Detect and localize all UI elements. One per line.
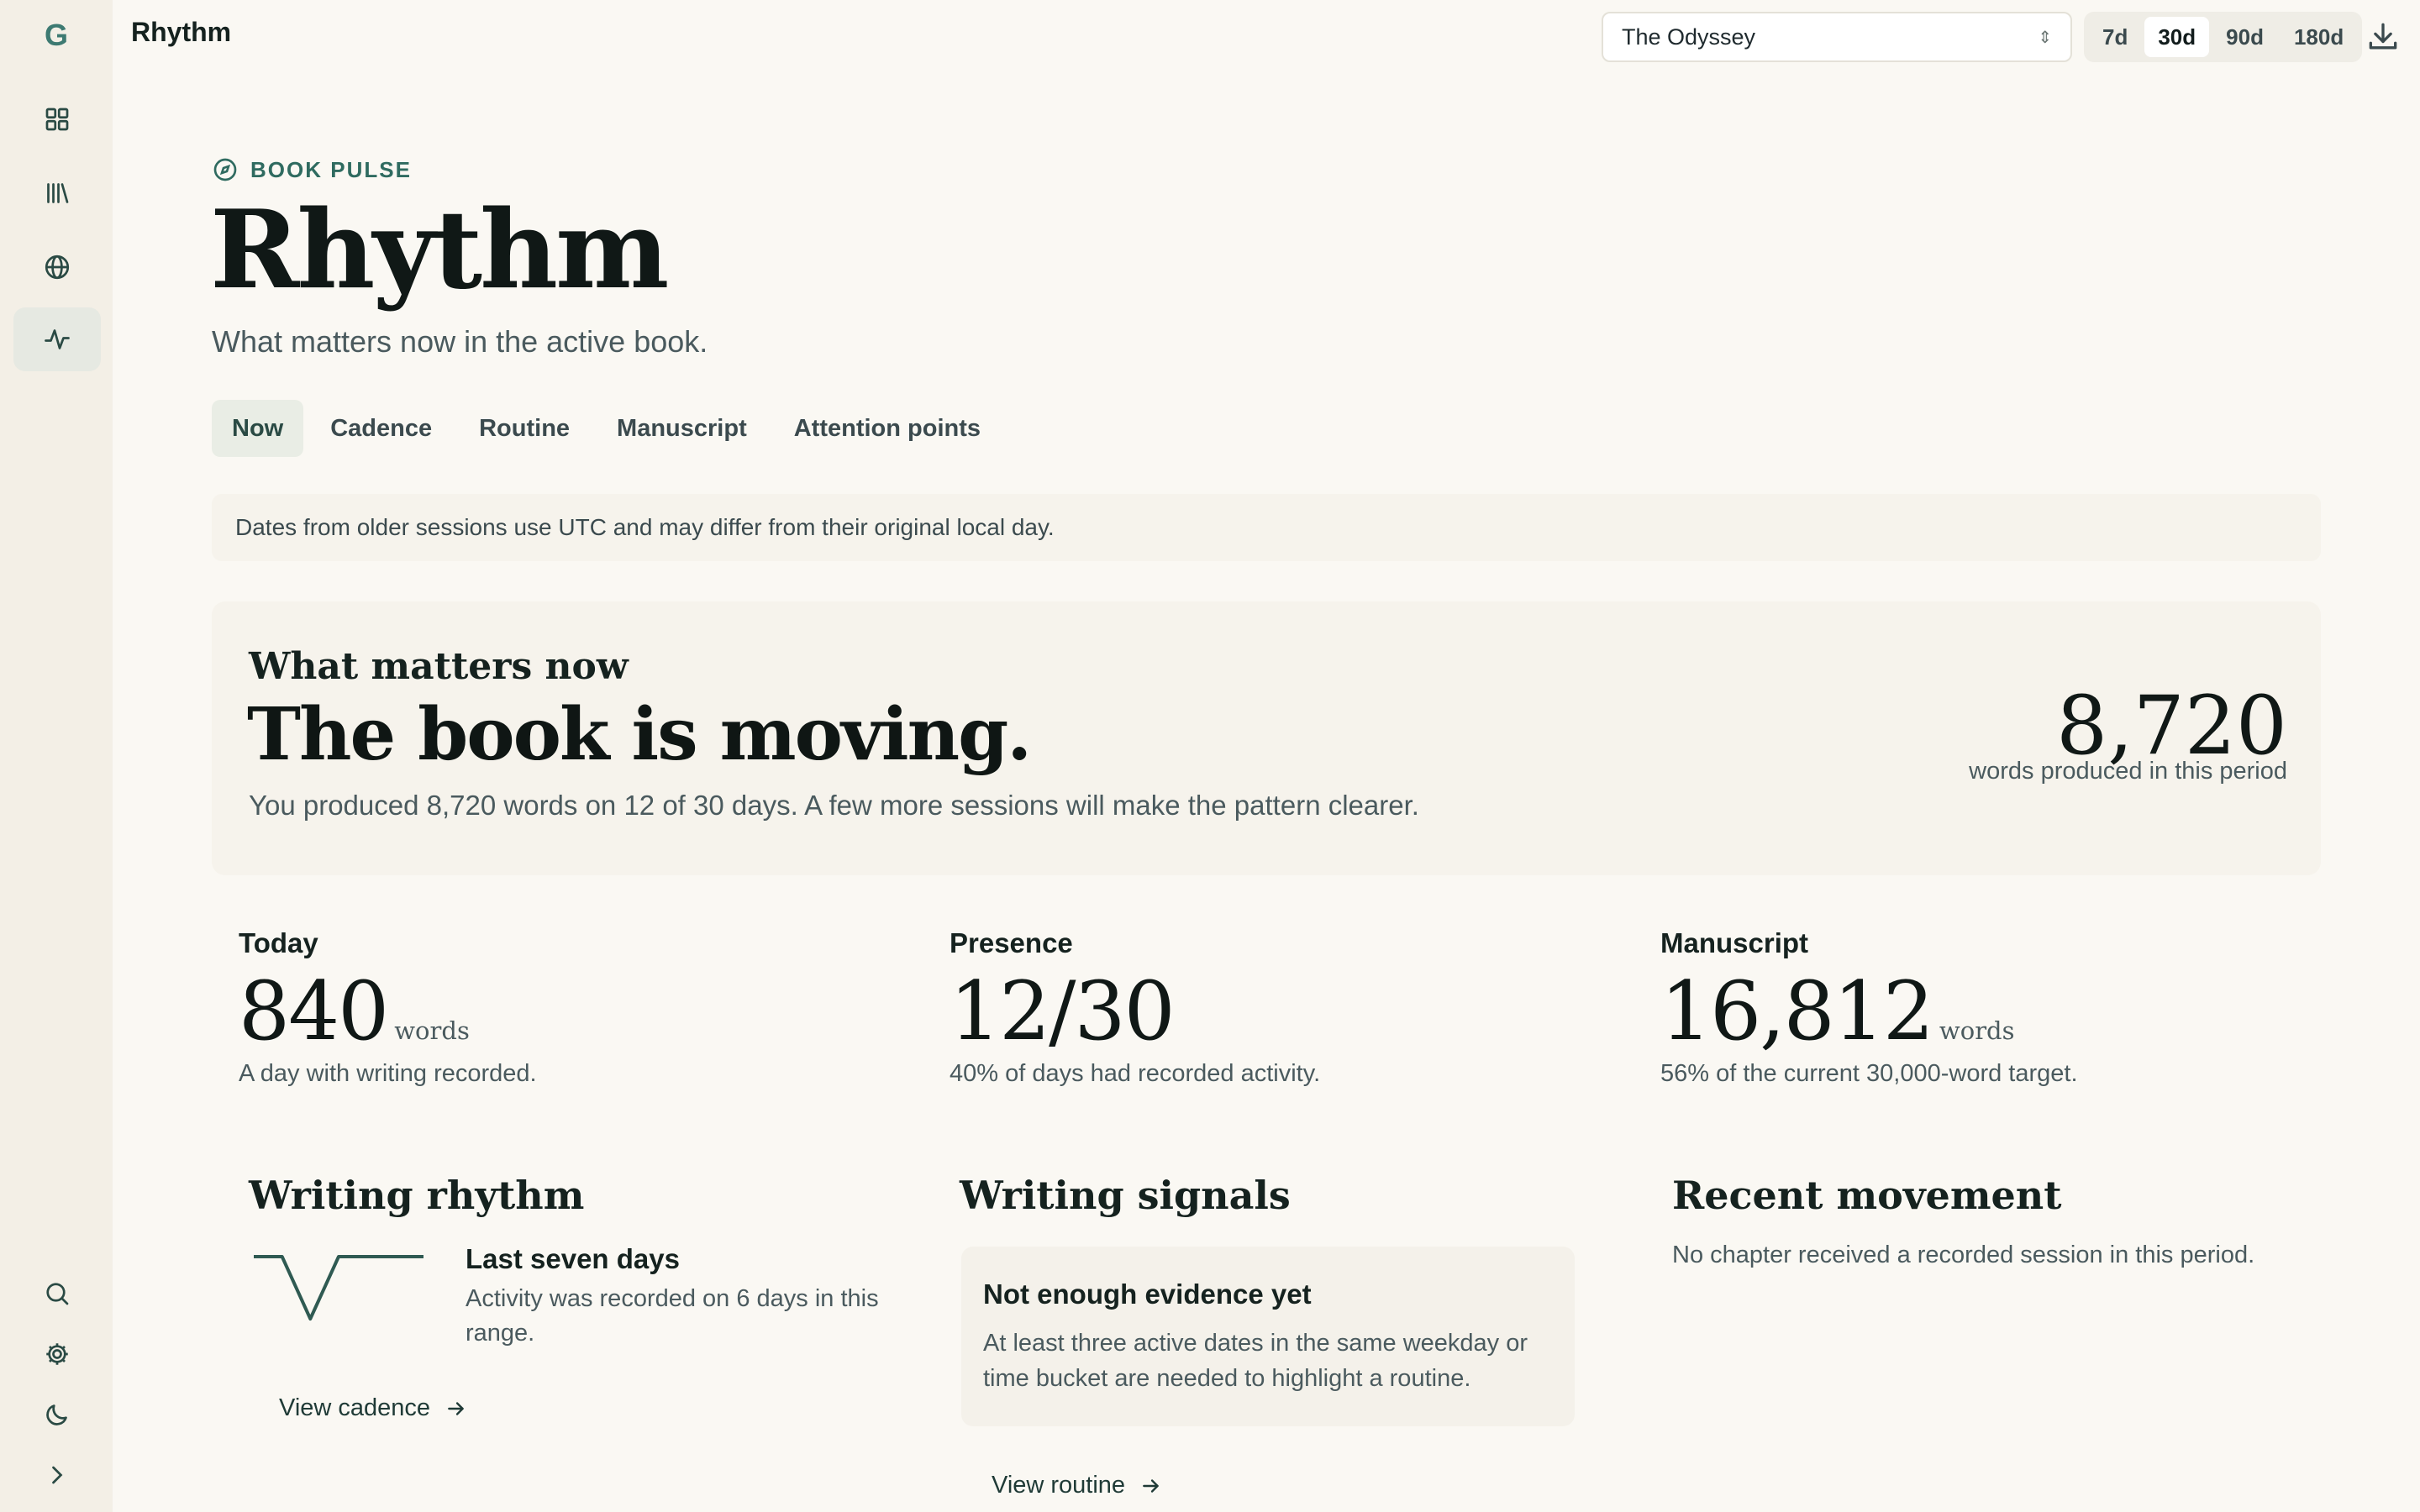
hero-headline: The book is moving.: [247, 692, 1032, 777]
stat-unit: words: [394, 1016, 470, 1045]
page-title: Rhythm: [210, 187, 669, 313]
recent-movement-title: Recent movement: [1672, 1173, 2062, 1218]
sidebar-item-world[interactable]: [13, 235, 101, 299]
hero-word-count-label: words produced in this period: [1969, 758, 2287, 785]
utc-notice: Dates from older sessions use UTC and ma…: [212, 494, 2321, 561]
download-icon[interactable]: [2365, 18, 2402, 55]
page-subtitle: What matters now in the active book.: [212, 324, 708, 359]
eyebrow: BOOK PULSE: [212, 156, 412, 183]
sidebar-item-expand[interactable]: [13, 1443, 101, 1507]
stat-value: 16,812: [1660, 964, 1934, 1058]
stat-value: 12/30: [950, 964, 1176, 1058]
signal-empty-state: Not enough evidence yet At least three a…: [961, 1247, 1575, 1426]
stat-today: Today 840 words A day with writing recor…: [239, 927, 537, 1088]
range-180d[interactable]: 180d: [2281, 17, 2357, 57]
range-7d[interactable]: 7d: [2089, 17, 2141, 57]
gear-icon: [46, 1343, 68, 1365]
stat-manuscript: Manuscript 16,812 words 56% of the curre…: [1660, 927, 2078, 1088]
tab-manuscript[interactable]: Manuscript: [597, 400, 767, 457]
hero-description: You produced 8,720 words on 12 of 30 day…: [249, 790, 1419, 821]
search-icon: [46, 1283, 69, 1305]
tab-routine[interactable]: Routine: [459, 400, 590, 457]
range-90d[interactable]: 90d: [2212, 17, 2277, 57]
signal-description: At least three active dates in the same …: [983, 1330, 1528, 1393]
stat-unit: words: [1939, 1016, 2015, 1045]
stat-value: 840: [239, 964, 389, 1058]
writing-signals-title: Writing signals: [960, 1173, 1291, 1218]
sidebar-item-search[interactable]: [13, 1262, 101, 1326]
stat-label: Presence: [950, 927, 1073, 958]
view-cadence-link[interactable]: View cadence: [279, 1394, 467, 1422]
sidebar-item-rhythm[interactable]: [13, 307, 101, 371]
stat-value-row: 12/30: [950, 964, 1320, 1058]
sidebar-item-theme[interactable]: [13, 1383, 101, 1446]
view-routine-link[interactable]: View routine: [992, 1472, 1162, 1499]
stat-description: 56% of the current 30,000-word target.: [1660, 1060, 2078, 1087]
book-select-value: The Odyssey: [1622, 24, 1756, 50]
library-icon: [47, 183, 69, 203]
stat-value-row: 16,812 words: [1660, 964, 2078, 1058]
hero-card: What matters now The book is moving. You…: [212, 601, 2321, 875]
book-select[interactable]: The Odyssey ⇕: [1602, 12, 2072, 62]
sidebar-item-library[interactable]: [13, 161, 101, 225]
sparkline-chart: [254, 1255, 424, 1320]
stat-label: Manuscript: [1660, 927, 1809, 958]
logo-glyph: G: [44, 18, 68, 52]
moon-icon: [46, 1404, 67, 1425]
app-title: Rhythm: [131, 17, 232, 47]
tab-now[interactable]: Now: [212, 400, 304, 457]
recent-movement-description: No chapter received a recorded session i…: [1672, 1242, 2255, 1268]
range-30d[interactable]: 30d: [2144, 17, 2210, 57]
grid-icon: [45, 108, 69, 131]
hero-kicker: What matters now: [249, 645, 629, 688]
sidebar: G: [0, 0, 113, 1512]
tab-bar: Now Cadence Routine Manuscript Attention…: [212, 400, 1001, 457]
compass-icon: [213, 158, 237, 181]
select-chevron-icon: ⇕: [2038, 28, 2052, 47]
activity-icon: [45, 329, 70, 349]
stat-description: A day with writing recorded.: [239, 1060, 537, 1087]
chevron-right-icon: [52, 1466, 63, 1484]
writing-rhythm-title: Writing rhythm: [249, 1173, 585, 1218]
range-selector: 7d 30d 90d 180d: [2084, 12, 2363, 62]
tab-cadence[interactable]: Cadence: [310, 400, 452, 457]
sidebar-item-dashboard[interactable]: [13, 87, 101, 151]
stat-presence: Presence 12/30 40% of days had recorded …: [950, 927, 1320, 1088]
view-routine-label: View routine: [992, 1472, 1126, 1499]
sparkline-series: [254, 1255, 424, 1320]
writing-rhythm-description: Activity was recorded on 6 days in this …: [466, 1285, 879, 1347]
sidebar-item-settings[interactable]: [13, 1322, 101, 1386]
arrow-right-icon: [448, 1401, 464, 1415]
arrow-right-icon: [1143, 1478, 1159, 1493]
stat-description: 40% of days had recorded activity.: [950, 1060, 1321, 1087]
globe-icon: [45, 255, 70, 280]
stat-label: Today: [239, 927, 318, 958]
view-cadence-label: View cadence: [279, 1394, 431, 1421]
app-logo[interactable]: G: [0, 0, 113, 71]
stat-value-row: 840 words: [239, 964, 537, 1058]
signal-heading: Not enough evidence yet: [983, 1278, 1312, 1310]
tab-attention-points[interactable]: Attention points: [774, 400, 1001, 457]
writing-rhythm-heading: Last seven days: [466, 1243, 680, 1274]
eyebrow-label: BOOK PULSE: [250, 156, 412, 182]
